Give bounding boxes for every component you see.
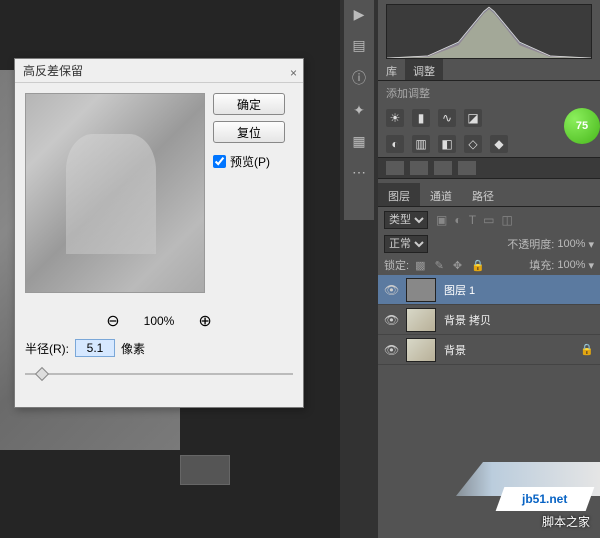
visibility-icon[interactable]: 👁 <box>384 313 398 327</box>
radius-input[interactable] <box>75 339 115 357</box>
preview-label: 预览(P) <box>230 153 270 170</box>
preset-icon[interactable] <box>410 161 428 175</box>
layer-list: 👁 图层 1 👁 背景 拷贝 👁 背景 🔒 <box>378 275 600 365</box>
zoom-out-icon[interactable]: ⊖ <box>106 311 119 331</box>
badge-circle: 75 <box>564 108 600 144</box>
lock-label: 锁定: <box>384 260 409 272</box>
curves-icon[interactable]: ∿ <box>438 109 456 127</box>
watermark-logo: jb51.net <box>496 487 595 511</box>
bw-icon[interactable]: ◧ <box>438 135 456 153</box>
brightness-icon[interactable]: ☀ <box>386 109 404 127</box>
char-icon[interactable]: ⋯ <box>352 164 366 181</box>
vibrance-icon[interactable]: ◐ <box>386 135 404 153</box>
tab-library[interactable]: 库 <box>378 59 405 80</box>
preview-checkbox-row[interactable]: 预览(P) <box>213 153 285 170</box>
lock-position-icon[interactable]: ✥ <box>453 260 462 272</box>
lock-transparency-icon[interactable]: ▩ <box>415 260 425 272</box>
filter-preview[interactable] <box>25 93 205 293</box>
filter-adjust-icon[interactable]: ◐ <box>454 213 461 227</box>
chevron-down-icon[interactable]: ▾ <box>588 259 594 272</box>
close-icon[interactable]: × <box>290 61 297 85</box>
tab-channels[interactable]: 通道 <box>420 183 462 206</box>
layer-thumbnail[interactable] <box>406 308 436 332</box>
histogram <box>386 4 592 59</box>
chevron-down-icon[interactable]: ▾ <box>588 238 594 251</box>
filter-smart-icon[interactable]: ◫ <box>502 213 513 227</box>
layer-row[interactable]: 👁 图层 1 <box>378 275 600 305</box>
filter-pixel-icon[interactable]: ▣ <box>436 213 447 227</box>
levels-icon[interactable]: ▮ <box>412 109 430 127</box>
layer-name[interactable]: 图层 1 <box>444 282 475 298</box>
dialog-title: 高反差保留 <box>23 64 83 78</box>
blend-row: 正常 不透明度: 100% ▾ <box>378 233 600 255</box>
add-adjustment-label: 添加调整 <box>378 81 600 105</box>
preview-checkbox[interactable] <box>213 155 226 168</box>
play-icon[interactable]: ▶ <box>354 6 365 23</box>
lock-all-icon[interactable]: 🔒 <box>471 260 485 272</box>
layer-name[interactable]: 背景 拷贝 <box>444 312 491 328</box>
canvas-thumb <box>180 455 230 485</box>
layer-filter-bar: 类型 ▣ ◐ T ▭ ◫ <box>378 207 600 233</box>
layer-row[interactable]: 👁 背景 🔒 <box>378 335 600 365</box>
preset-icon[interactable] <box>458 161 476 175</box>
filter-type-icon[interactable]: T <box>469 213 476 227</box>
opacity-label: 不透明度: <box>507 236 554 252</box>
watermark-text: 脚本之家 <box>500 513 590 530</box>
visibility-icon[interactable]: 👁 <box>384 343 398 357</box>
layer-name[interactable]: 背景 <box>444 342 466 358</box>
blend-mode-select[interactable]: 正常 <box>384 235 428 253</box>
preset-icon[interactable] <box>386 161 404 175</box>
slider-thumb[interactable] <box>35 367 49 381</box>
radius-unit: 像素 <box>121 340 145 357</box>
fill-value[interactable]: 100% <box>557 259 585 271</box>
visibility-icon[interactable]: 👁 <box>384 283 398 297</box>
exposure-icon[interactable]: ◪ <box>464 109 482 127</box>
reset-button[interactable]: 复位 <box>213 121 285 143</box>
tab-layers[interactable]: 图层 <box>378 183 420 206</box>
filter-shape-icon[interactable]: ▭ <box>483 213 494 227</box>
badge-value: 75 <box>576 120 588 132</box>
channel-mixer-icon[interactable]: ◆ <box>490 135 508 153</box>
right-panels: 库 调整 添加调整 ☀ ▮ ∿ ◪ ◐ ▥ ◧ ◇ ◆ 75 图层 通道 路径 … <box>378 0 600 538</box>
layer-row[interactable]: 👁 背景 拷贝 <box>378 305 600 335</box>
lock-pixels-icon[interactable]: ✎ <box>435 260 444 272</box>
slider-track <box>25 373 293 375</box>
histogram-icon[interactable]: ▤ <box>352 37 365 54</box>
adjustment-presets <box>378 157 600 179</box>
layer-thumbnail[interactable] <box>406 338 436 362</box>
zoom-level: 100% <box>144 314 175 328</box>
lock-row: 锁定: ▩ ✎ ✥ 🔒 填充: 100% ▾ <box>378 255 600 275</box>
brush-icon[interactable]: ✦ <box>353 102 365 119</box>
fill-label: 填充: <box>529 257 554 273</box>
radius-label: 半径(R): <box>25 340 69 357</box>
filter-icons: ▣ ◐ T ▭ ◫ <box>434 213 515 227</box>
collapsed-panel-icons: ▶ ▤ ⓘ ✦ ▦ ⋯ <box>344 0 374 220</box>
filter-kind-select[interactable]: 类型 <box>384 211 428 229</box>
radius-slider[interactable] <box>25 367 293 381</box>
watermark: jb51.net 脚本之家 <box>500 487 590 530</box>
info-icon[interactable]: ⓘ <box>352 68 366 88</box>
tab-paths[interactable]: 路径 <box>462 183 504 206</box>
library-tabs: 库 调整 <box>378 59 600 81</box>
dialog-titlebar[interactable]: 高反差保留 × <box>15 59 303 83</box>
tab-adjustments[interactable]: 调整 <box>405 59 443 80</box>
zoom-in-icon[interactable]: ⊕ <box>198 311 211 331</box>
layers-panel-tabs: 图层 通道 路径 <box>378 183 600 207</box>
opacity-value[interactable]: 100% <box>557 238 585 250</box>
swatch-icon[interactable]: ▦ <box>352 133 365 150</box>
preset-icon[interactable] <box>434 161 452 175</box>
high-pass-dialog: 高反差保留 × 确定 复位 预览(P) ⊖ 100% ⊕ 半径(R): 像素 <box>14 58 304 408</box>
photo-filter-icon[interactable]: ◇ <box>464 135 482 153</box>
ok-button[interactable]: 确定 <box>213 93 285 115</box>
lock-icon: 🔒 <box>580 343 594 356</box>
layer-thumbnail[interactable] <box>406 278 436 302</box>
hue-icon[interactable]: ▥ <box>412 135 430 153</box>
